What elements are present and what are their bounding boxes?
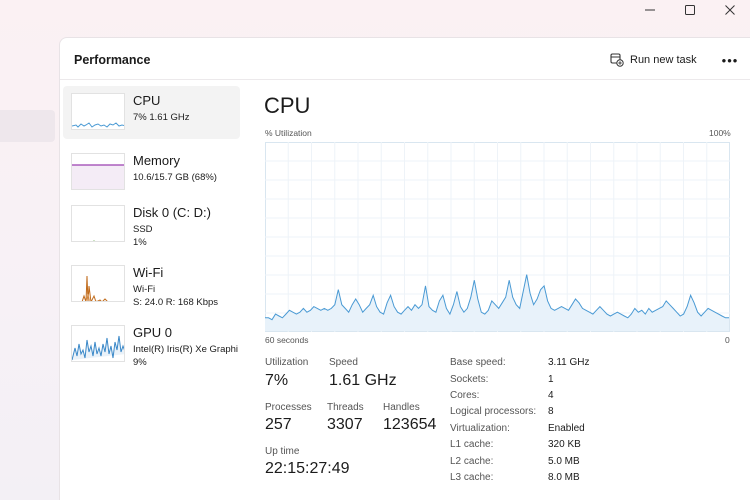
sidebar-item-detail: 9%	[133, 357, 147, 368]
sidebar-item-label: Wi-Fi	[133, 265, 164, 280]
spec-value: 1	[548, 374, 554, 385]
panel-header: Performance Run new task •••	[60, 38, 750, 80]
utilization-value: 7%	[265, 372, 289, 389]
speed-value: 1.61 GHz	[329, 372, 397, 389]
spec-label: Cores:	[450, 390, 480, 401]
spec-value: 3.11 GHz	[548, 357, 590, 368]
close-icon	[725, 5, 735, 15]
window-caption	[630, 0, 750, 20]
sidebar-item-wifi[interactable]: Wi-Fi Wi-Fi S: 24.0 R: 168 Kbps	[63, 258, 240, 311]
sidebar-item-detail: 7% 1.61 GHz	[133, 112, 190, 123]
close-button[interactable]	[710, 0, 750, 20]
speed-label: Speed	[329, 357, 358, 368]
page-title: Performance	[74, 53, 151, 67]
spec-value: 8.0 MB	[548, 472, 580, 483]
utilization-label: Utilization	[265, 357, 309, 368]
wifi-mini-chart	[81, 275, 108, 301]
sidebar-item-detail: S: 24.0 R: 168 Kbps	[133, 297, 219, 308]
memory-mini-chart	[72, 164, 124, 189]
handles-value: 123654	[383, 416, 437, 433]
detail-title: CPU	[264, 93, 311, 118]
cpu-mini-chart	[72, 122, 124, 128]
x-axis-left-label: 60 seconds	[265, 335, 309, 345]
processes-value: 257	[265, 416, 292, 433]
y-axis-label: % Utilization	[265, 128, 312, 138]
spec-value: 4	[548, 390, 554, 401]
more-options-button[interactable]: •••	[720, 50, 740, 70]
sidebar-item-detail: SSD	[133, 224, 153, 235]
run-task-icon	[610, 53, 624, 67]
sidebar-item-gpu[interactable]: GPU 0 Intel(R) Iris(R) Xe Graphi 9%	[63, 318, 240, 371]
sidebar-item-detail: 10.6/15.7 GB (68%)	[133, 172, 217, 183]
sidebar-item-detail: Wi-Fi	[133, 284, 156, 295]
spec-label: Logical processors:	[450, 406, 537, 417]
maximize-button[interactable]	[670, 0, 710, 20]
sidebar-item-disk[interactable]: Disk 0 (C: D:) SSD 1%	[63, 198, 240, 251]
x-axis-right-label: 0	[725, 335, 730, 345]
spec-label: Virtualization:	[450, 423, 510, 434]
run-new-task-button[interactable]: Run new task	[610, 50, 697, 70]
gpu-mini-chart	[72, 335, 124, 361]
run-new-task-label: Run new task	[630, 54, 697, 66]
spec-label: L1 cache:	[450, 439, 494, 450]
sidebar-item-detail: Intel(R) Iris(R) Xe Graphi	[133, 344, 239, 355]
threads-label: Threads	[327, 402, 364, 413]
disk-mini-chart	[92, 240, 96, 241]
sidebar-item-detail: 1%	[133, 237, 147, 248]
processes-label: Processes	[265, 402, 312, 413]
wifi-thumbnail-graph	[71, 265, 125, 302]
spec-value: 8	[548, 406, 554, 417]
performance-panel: Performance Run new task ••• CPU 7% 1.61…	[59, 37, 750, 500]
threads-value: 3307	[327, 416, 363, 433]
cpu-utilization-graph	[265, 142, 730, 332]
spec-label: L2 cache:	[450, 456, 494, 467]
minimize-button[interactable]	[630, 0, 670, 20]
spec-label: Sockets:	[450, 374, 489, 385]
sidebar-item-label: Disk 0 (C: D:)	[133, 205, 211, 220]
sidebar-item-cpu[interactable]: CPU 7% 1.61 GHz	[63, 86, 240, 139]
gpu-thumbnail-graph	[71, 325, 125, 362]
sidebar-item-label: Memory	[133, 153, 180, 168]
spec-value: Enabled	[548, 423, 585, 434]
sidebar-item-memory[interactable]: Memory 10.6/15.7 GB (68%)	[63, 146, 240, 199]
y-max-label: 100%	[709, 128, 731, 138]
disk-thumbnail-graph	[71, 205, 125, 242]
uptime-label: Up time	[265, 446, 300, 457]
spec-value: 5.0 MB	[548, 456, 580, 467]
sidebar-item-label: GPU 0	[133, 325, 173, 340]
spec-label: Base speed:	[450, 357, 506, 368]
maximize-icon	[685, 5, 695, 15]
spec-label: L3 cache:	[450, 472, 494, 483]
memory-thumbnail-graph	[71, 153, 125, 190]
minimize-icon	[645, 9, 655, 11]
handles-label: Handles	[383, 402, 420, 413]
cpu-thumbnail-graph	[71, 93, 125, 130]
uptime-value: 22:15:27:49	[265, 460, 350, 477]
nav-selected-indicator[interactable]	[0, 110, 55, 142]
sidebar-item-label: CPU	[133, 93, 161, 108]
spec-value: 320 KB	[548, 439, 581, 450]
